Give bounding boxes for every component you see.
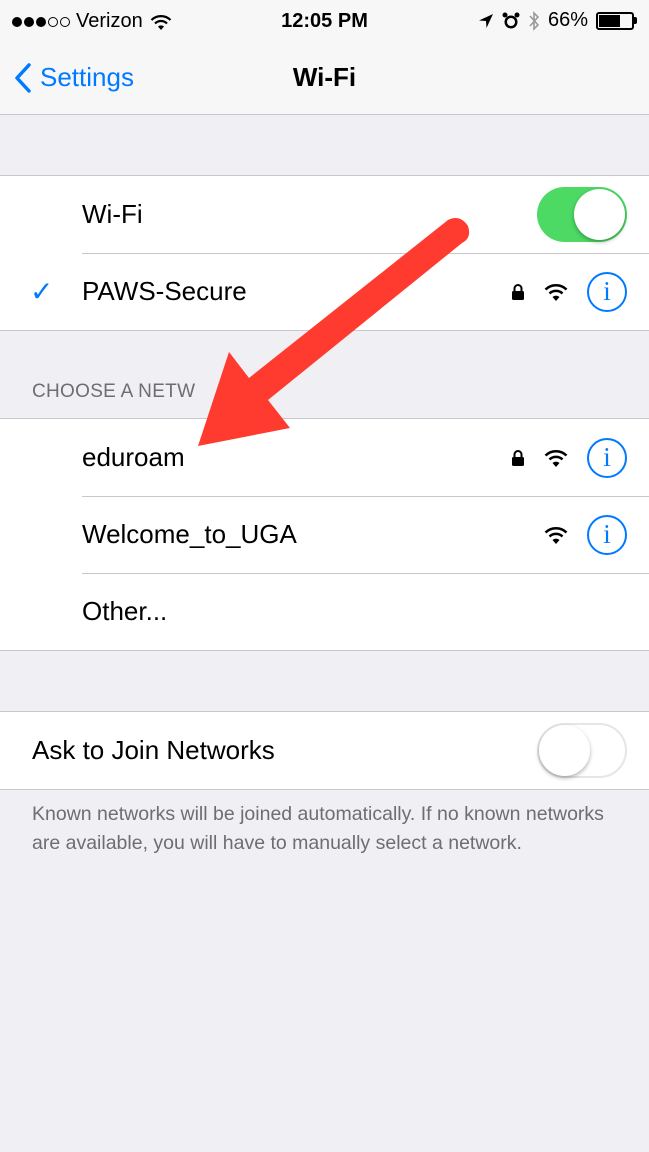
wifi-label: Wi-Fi — [82, 199, 143, 229]
ask-to-join-toggle[interactable] — [537, 723, 627, 778]
networks-group: eduroam i Welcome_to_UGA i Other... — [0, 418, 649, 651]
status-bar: Verizon 12:05 PM 66% — [0, 0, 649, 42]
bluetooth-icon — [529, 10, 540, 31]
connected-network-row[interactable]: ✓ PAWS-Secure i — [0, 253, 649, 330]
ask-to-join-label: Ask to Join Networks — [32, 735, 275, 765]
info-icon[interactable]: i — [587, 437, 627, 478]
wifi-group: Wi-Fi ✓ PAWS-Secure i — [0, 175, 649, 331]
footer-note: Known networks will be joined automatica… — [32, 803, 604, 854]
ask-to-join-row: Ask to Join Networks — [0, 712, 649, 789]
navigation-bar: Settings Wi-Fi — [0, 42, 649, 115]
lock-icon — [512, 449, 524, 466]
page-title: Wi-Fi — [292, 62, 357, 92]
battery-percent: 66% — [547, 9, 588, 31]
lock-icon — [512, 283, 524, 300]
checkmark-icon: ✓ — [30, 276, 54, 307]
wifi-toggle-row: Wi-Fi — [0, 176, 649, 253]
info-icon[interactable]: i — [587, 271, 627, 312]
connected-network-name: PAWS-Secure — [82, 276, 247, 306]
other-network-label: Other... — [82, 596, 168, 626]
alarm-icon — [502, 12, 520, 28]
location-icon — [478, 13, 493, 28]
wifi-icon — [544, 449, 568, 467]
network-row[interactable]: Welcome_to_UGA i — [0, 496, 649, 573]
network-name: eduroam — [82, 442, 185, 472]
network-row[interactable]: eduroam i — [0, 419, 649, 496]
wifi-toggle[interactable] — [537, 187, 627, 242]
info-icon[interactable]: i — [587, 514, 627, 555]
ask-to-join-group: Ask to Join Networks — [0, 711, 649, 790]
status-indicators: 66% — [478, 9, 637, 32]
battery-icon — [596, 11, 637, 30]
wifi-icon — [544, 526, 568, 544]
other-network-row[interactable]: Other... — [0, 573, 649, 650]
network-name: Welcome_to_UGA — [82, 519, 297, 549]
wifi-icon — [544, 283, 568, 301]
section-header: CHOOSE A NETW — [32, 381, 196, 402]
